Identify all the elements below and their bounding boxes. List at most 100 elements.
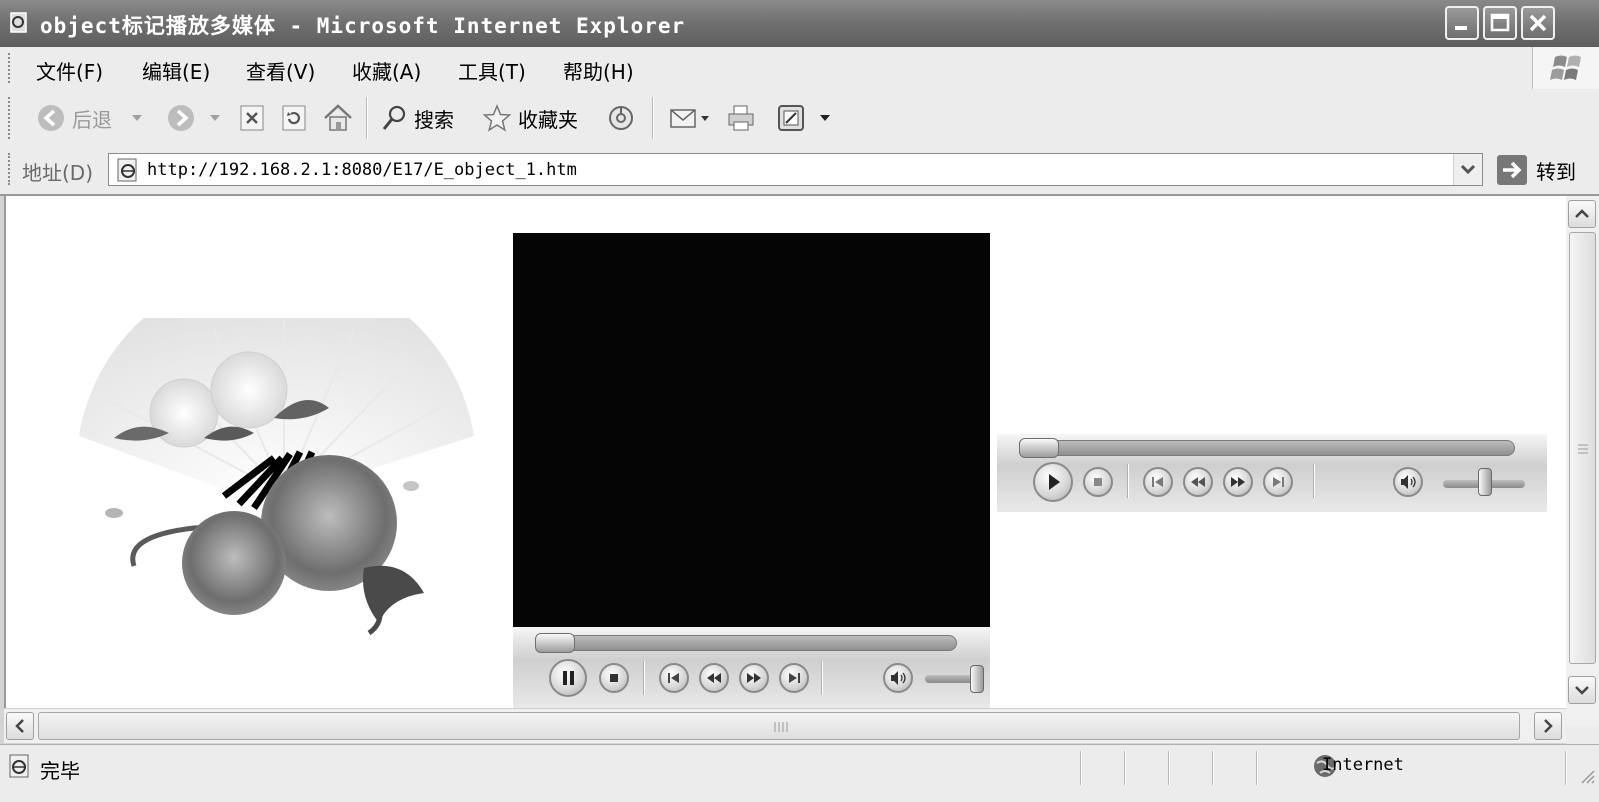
chevron-right-icon <box>1544 719 1553 733</box>
horizontal-scrollbar[interactable] <box>4 708 1566 743</box>
toolbar-separator <box>366 97 367 139</box>
control-divider <box>1313 464 1314 498</box>
forward-arrow-icon <box>168 105 194 131</box>
previous-button[interactable] <box>659 663 689 693</box>
media-icon <box>609 106 633 130</box>
stop-icon <box>240 105 264 131</box>
pause-button[interactable] <box>549 659 587 697</box>
skip-next-icon <box>1273 477 1284 487</box>
ie-page-icon <box>117 158 137 182</box>
back-button[interactable]: 后退 <box>36 99 112 137</box>
menu-help[interactable]: 帮助(H) <box>563 56 634 85</box>
windows-logo <box>1532 47 1599 89</box>
window-title: object标记播放多媒体 - Microsoft Internet Explo… <box>40 14 686 38</box>
horizontal-scroll-thumb[interactable] <box>38 712 1520 740</box>
fast-forward-button[interactable] <box>739 663 769 693</box>
next-button-2[interactable] <box>1263 467 1293 497</box>
security-zone-label: Internet <box>1322 755 1404 775</box>
printer-icon <box>728 105 754 131</box>
play-icon <box>1049 474 1060 490</box>
refresh-icon <box>282 105 306 131</box>
status-divider <box>1565 751 1566 785</box>
edit-page-icon <box>778 105 804 131</box>
menu-favorites[interactable]: 收藏(A) <box>352 56 421 85</box>
media-button[interactable] <box>606 99 636 137</box>
rewind-button[interactable] <box>699 663 729 693</box>
seek-thumb-2[interactable] <box>1019 438 1059 458</box>
mute-button[interactable] <box>883 663 913 693</box>
menu-tools[interactable]: 工具(T) <box>458 56 526 85</box>
forward-button[interactable] <box>166 99 196 137</box>
vertical-scroll-thumb[interactable] <box>1569 232 1596 664</box>
back-dropdown-icon[interactable] <box>132 115 142 123</box>
edit-button[interactable] <box>776 99 806 137</box>
scroll-down-button[interactable] <box>1568 676 1596 704</box>
stop-button[interactable] <box>238 99 266 137</box>
video-display[interactable] <box>513 233 990 627</box>
print-button[interactable] <box>726 99 756 137</box>
volume-thumb[interactable] <box>970 665 984 693</box>
fast-forward-icon <box>1231 477 1245 487</box>
chevron-up-icon <box>1575 209 1589 218</box>
stop-icon <box>610 674 618 682</box>
go-button[interactable]: 转到 <box>1496 153 1576 187</box>
title-bar[interactable]: object标记播放多媒体 - Microsoft Internet Explo… <box>0 0 1599 47</box>
favorites-button[interactable]: 收藏夹 <box>482 99 578 137</box>
menu-view[interactable]: 查看(V) <box>246 56 315 85</box>
media-player-controls-2 <box>997 434 1547 512</box>
scroll-up-button[interactable] <box>1568 200 1596 228</box>
favorites-label: 收藏夹 <box>518 107 578 132</box>
refresh-button[interactable] <box>280 99 308 137</box>
control-divider <box>821 661 822 695</box>
scroll-right-button[interactable] <box>1534 712 1562 740</box>
previous-button-2[interactable] <box>1143 467 1173 497</box>
home-button[interactable] <box>322 99 354 137</box>
close-button[interactable] <box>1521 6 1555 40</box>
toolbar-separator-2 <box>652 97 653 139</box>
volume-slider[interactable] <box>925 675 975 683</box>
seek-bar-2[interactable] <box>1019 440 1515 456</box>
menu-edit[interactable]: 编辑(E) <box>142 56 210 85</box>
fast-forward-button-2[interactable] <box>1223 467 1253 497</box>
status-divider <box>1212 751 1213 785</box>
pause-icon <box>563 671 574 685</box>
menu-grip[interactable] <box>8 53 13 83</box>
windows-flag-icon <box>1550 55 1581 80</box>
toolbar-grip[interactable] <box>8 97 13 139</box>
stop-button-2[interactable] <box>1083 467 1113 497</box>
ie-page-icon <box>10 12 27 33</box>
address-input[interactable]: http://192.168.2.1:8080/E17/E_object_1.h… <box>108 153 1483 186</box>
skip-previous-icon <box>668 673 679 683</box>
seek-thumb[interactable] <box>535 633 575 653</box>
forward-dropdown-icon[interactable] <box>210 115 220 123</box>
stop-button[interactable] <box>599 663 629 693</box>
minimize-icon <box>1455 26 1467 30</box>
maximize-button[interactable] <box>1483 6 1517 40</box>
status-divider <box>1124 751 1125 785</box>
resize-grip-icon[interactable] <box>1578 767 1596 785</box>
rewind-button-2[interactable] <box>1183 467 1213 497</box>
mail-button[interactable] <box>668 99 712 137</box>
address-grip[interactable] <box>8 153 13 185</box>
address-dropdown-button[interactable] <box>1453 154 1482 185</box>
next-button[interactable] <box>779 663 809 693</box>
back-arrow-icon <box>38 105 64 131</box>
mute-button-2[interactable] <box>1393 467 1423 497</box>
play-button[interactable] <box>1033 462 1073 502</box>
grip-icon <box>1578 444 1588 454</box>
search-button[interactable]: 搜索 <box>380 99 454 137</box>
edit-dropdown-icon[interactable] <box>820 115 830 123</box>
scroll-left-button[interactable] <box>6 712 34 740</box>
vertical-scrollbar[interactable] <box>1566 196 1599 726</box>
menu-bar: 文件(F) 编辑(E) 查看(V) 收藏(A) 工具(T) 帮助(H) <box>0 47 1599 90</box>
mail-icon <box>670 109 709 128</box>
minimize-button[interactable] <box>1445 6 1479 40</box>
scroll-corner <box>1566 726 1599 744</box>
seek-bar[interactable] <box>537 635 957 651</box>
status-divider <box>1168 751 1169 785</box>
menu-file[interactable]: 文件(F) <box>36 56 103 85</box>
search-label: 搜索 <box>414 107 454 132</box>
speaker-icon <box>891 671 906 685</box>
grip-icon <box>774 722 788 732</box>
volume-thumb-2[interactable] <box>1478 468 1492 496</box>
